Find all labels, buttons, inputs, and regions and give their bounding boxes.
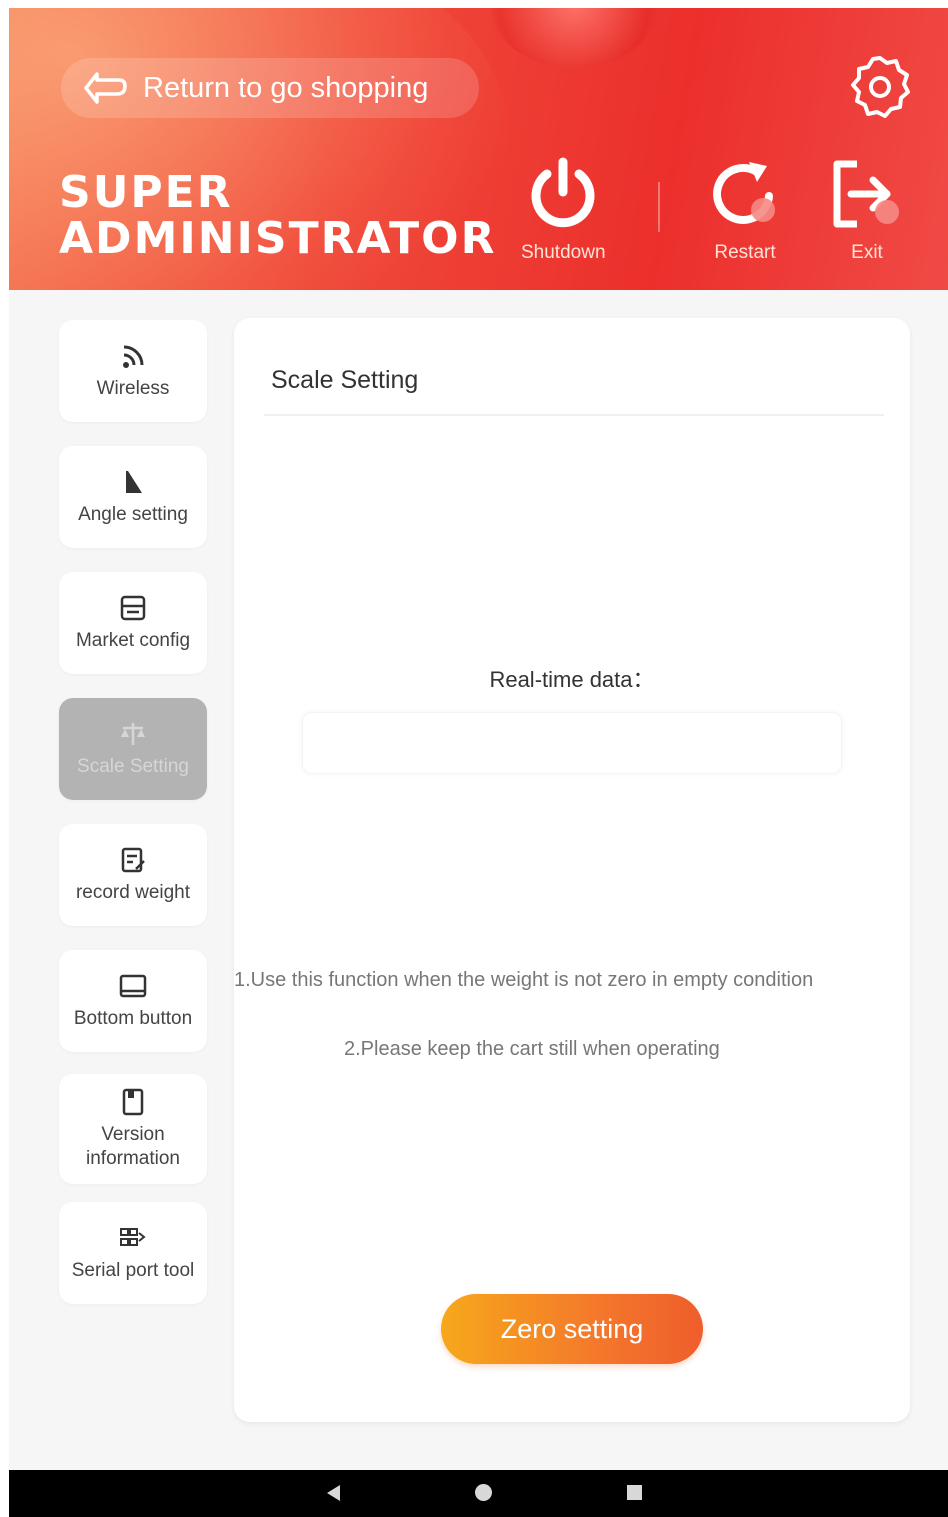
exit-icon — [833, 160, 899, 228]
home-icon[interactable] — [475, 1484, 492, 1501]
panel-divider — [264, 414, 884, 416]
header: Return to go shopping SUPER ADMINISTRATO… — [9, 8, 948, 290]
instruction-note-1: 1.Use this function when the weight is n… — [234, 969, 814, 991]
sidebar-item-bottom-button[interactable]: Bottom button — [59, 950, 207, 1052]
power-icon — [531, 157, 595, 228]
shutdown-button[interactable]: Shutdown — [521, 154, 606, 264]
return-label: Return to go shopping — [143, 71, 429, 104]
sidebar-item-version-information[interactable]: Version information — [59, 1074, 207, 1184]
restart-button[interactable]: Restart — [705, 154, 785, 264]
app-frame: Return to go shopping SUPER ADMINISTRATO… — [9, 8, 948, 1517]
gear-icon[interactable] — [847, 54, 913, 120]
restart-label: Restart — [714, 242, 776, 263]
panel-title: Scale Setting — [271, 366, 419, 394]
instruction-note-2: 2.Please keep the cart still when operat… — [344, 1038, 720, 1060]
wifi-icon — [123, 345, 144, 368]
zero-setting-button[interactable]: Zero setting — [441, 1294, 703, 1364]
header-divider — [658, 182, 660, 232]
sidebar-item-wireless[interactable]: Wireless — [59, 320, 207, 422]
sidebar-item-record-weight[interactable]: record weight — [59, 824, 207, 926]
exit-label: Exit — [851, 242, 883, 263]
sidebar-item-label: Wireless — [96, 378, 170, 399]
header-decoration-circle — [489, 8, 659, 68]
title-line-2: ADMINISTRATOR — [59, 213, 497, 264]
version-icon — [122, 1088, 144, 1116]
sidebar-item-serial-port-tool[interactable]: Serial port tool — [59, 1202, 207, 1304]
sidebar-item-angle-setting[interactable]: Angle setting — [59, 446, 207, 548]
realtime-data-field — [302, 712, 842, 774]
sidebar-item-label: Bottom button — [73, 1008, 193, 1029]
return-to-shopping-button[interactable]: Return to go shopping — [61, 58, 479, 118]
title-line-1: SUPER — [59, 167, 233, 218]
sidebar-item-label: record weight — [75, 882, 191, 903]
exit-button[interactable]: Exit — [827, 154, 907, 264]
shutdown-label: Shutdown — [521, 242, 606, 263]
restart-icon — [713, 162, 775, 224]
realtime-data-label: Real-time data： — [489, 667, 655, 692]
recent-apps-icon[interactable] — [627, 1485, 642, 1500]
market-icon — [120, 595, 146, 621]
sidebar-item-label: Market config — [75, 630, 191, 651]
sidebar-item-label: Scale Setting — [77, 756, 189, 777]
sidebar-item-label: Serial port tool — [71, 1260, 195, 1281]
scale-setting-panel: Scale Setting Real-time data： 1.Use this… — [234, 318, 910, 1422]
system-nav-bar — [9, 1470, 948, 1517]
sidebar-item-label: Angle setting — [78, 504, 188, 525]
sidebar-item-market-config[interactable]: Market config — [59, 572, 207, 674]
angle-icon — [126, 471, 142, 493]
page-title: SUPER ADMINISTRATOR — [59, 170, 496, 262]
sidebar-item-scale-setting[interactable]: Scale Setting — [59, 698, 207, 800]
serial-port-icon — [120, 1228, 146, 1246]
return-arrow-icon — [84, 72, 127, 104]
back-icon[interactable] — [327, 1485, 340, 1501]
screen-icon — [119, 974, 147, 998]
scale-icon — [121, 723, 145, 745]
sidebar-item-label: Version information — [86, 1124, 180, 1169]
record-icon — [121, 847, 145, 873]
